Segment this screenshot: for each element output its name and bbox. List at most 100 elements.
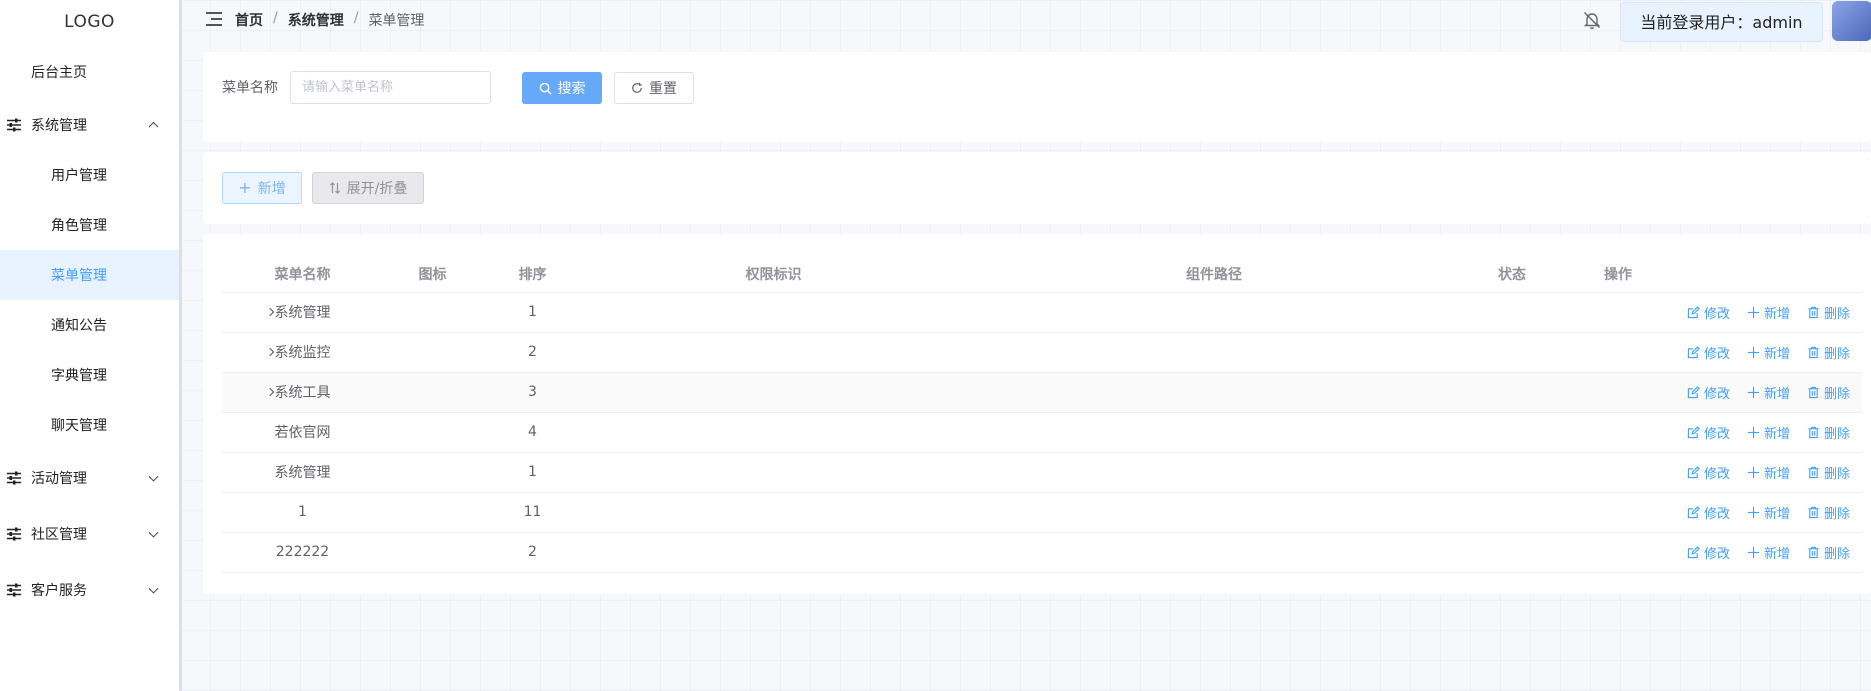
add-child-button[interactable]: 新增 bbox=[1747, 503, 1790, 522]
component-path-cell bbox=[964, 412, 1464, 453]
add-child-button[interactable]: 新增 bbox=[1747, 303, 1790, 322]
sidebar-item-label: 聊天管理 bbox=[51, 418, 107, 434]
column-header: 操作 bbox=[1534, 256, 1862, 293]
sidebar-item-users[interactable]: 用户管理 bbox=[0, 150, 179, 200]
trash-icon bbox=[1808, 546, 1819, 558]
trash-icon bbox=[1808, 426, 1819, 438]
table-row[interactable]: 若依官网 4 修改 新增 删除 bbox=[222, 412, 1862, 453]
sliders-icon bbox=[6, 526, 22, 542]
sidebar-item-label: 用户管理 bbox=[51, 168, 107, 184]
delete-button[interactable]: 删除 bbox=[1807, 463, 1850, 482]
row-actions: 修改 新增 删除 bbox=[1534, 343, 1862, 362]
chevron-down-icon bbox=[148, 471, 159, 482]
sidebar: LOGO 后台主页 系统管理 用户管理 角色管理 菜单管理 通知公告 字典管理 … bbox=[0, 0, 182, 691]
plus-icon bbox=[1747, 466, 1760, 478]
breadcrumb-separator: / bbox=[353, 10, 359, 26]
delete-button[interactable]: 删除 bbox=[1807, 423, 1850, 442]
reset-button[interactable]: 重置 bbox=[614, 72, 694, 104]
component-path-cell bbox=[964, 532, 1464, 573]
menu-name-cell: 1 bbox=[298, 504, 307, 520]
edit-button[interactable]: 修改 bbox=[1687, 383, 1730, 402]
add-child-button[interactable]: 新增 bbox=[1747, 423, 1790, 442]
table-row[interactable]: 系统工具 3 修改 新增 删除 bbox=[222, 372, 1862, 413]
component-path-cell bbox=[964, 372, 1464, 413]
chevron-right-icon[interactable] bbox=[265, 307, 275, 317]
menu-name-input[interactable]: 请输入菜单名称 bbox=[290, 71, 491, 104]
order-cell: 11 bbox=[482, 492, 583, 533]
permission-cell bbox=[583, 292, 964, 333]
sidebar-item-customer-service[interactable]: 客户服务 bbox=[0, 562, 179, 618]
delete-button[interactable]: 删除 bbox=[1807, 543, 1850, 562]
chevron-right-icon[interactable] bbox=[265, 387, 275, 397]
menu-table: 菜单名称 图标 排序 权限标识 组件路径 状态 操作 系统管理 1 修改 新增 … bbox=[222, 256, 1862, 573]
table-row[interactable]: 系统管理 1 修改 新增 删除 bbox=[222, 292, 1862, 333]
icon-cell bbox=[383, 412, 482, 453]
delete-button[interactable]: 删除 bbox=[1807, 303, 1850, 322]
sidebar-item-activities[interactable]: 活动管理 bbox=[0, 450, 179, 506]
sidebar-item-label: 菜单管理 bbox=[51, 268, 107, 284]
bell-off-icon[interactable] bbox=[1582, 10, 1604, 32]
edit-button[interactable]: 修改 bbox=[1687, 423, 1730, 442]
sidebar-item-notices[interactable]: 通知公告 bbox=[0, 300, 179, 350]
breadcrumb-system[interactable]: 系统管理 bbox=[288, 10, 344, 30]
icon-cell bbox=[383, 292, 482, 333]
avatar[interactable] bbox=[1832, 1, 1871, 41]
chevron-down-icon bbox=[148, 583, 159, 594]
add-child-button[interactable]: 新增 bbox=[1747, 343, 1790, 362]
component-path-cell bbox=[964, 452, 1464, 493]
sliders-icon bbox=[6, 470, 22, 486]
trash-icon bbox=[1808, 346, 1819, 358]
add-button[interactable]: + 新增 bbox=[222, 172, 302, 204]
order-cell: 4 bbox=[482, 412, 583, 453]
edit-button[interactable]: 修改 bbox=[1687, 303, 1730, 322]
table-row[interactable]: 系统管理 1 修改 新增 删除 bbox=[222, 452, 1862, 493]
table-row[interactable]: 222222 2 修改 新增 删除 bbox=[222, 532, 1862, 573]
add-child-button[interactable]: 新增 bbox=[1747, 543, 1790, 562]
menu-name-cell: 系统管理 bbox=[274, 305, 331, 321]
sidebar-item-menus[interactable]: 菜单管理 bbox=[0, 250, 179, 300]
grid-icon bbox=[6, 64, 22, 80]
sidebar-item-roles[interactable]: 角色管理 bbox=[0, 200, 179, 250]
delete-button[interactable]: 删除 bbox=[1807, 383, 1850, 402]
breadcrumb: 首页 / 系统管理 / 菜单管理 bbox=[235, 10, 424, 30]
icon-cell bbox=[383, 492, 482, 533]
grid-icon bbox=[26, 267, 42, 283]
sidebar-item-system[interactable]: 系统管理 bbox=[0, 100, 179, 150]
menu-fold-icon[interactable] bbox=[206, 12, 222, 26]
column-header: 菜单名称 bbox=[222, 256, 383, 293]
edit-button[interactable]: 修改 bbox=[1687, 543, 1730, 562]
refresh-icon bbox=[632, 82, 642, 93]
edit-icon bbox=[1687, 345, 1700, 358]
sidebar-item-dashboard[interactable]: 后台主页 bbox=[0, 44, 179, 100]
add-child-button[interactable]: 新增 bbox=[1747, 383, 1790, 402]
add-child-button[interactable]: 新增 bbox=[1747, 463, 1790, 482]
breadcrumb-home[interactable]: 首页 bbox=[235, 10, 263, 30]
plus-icon bbox=[1747, 386, 1760, 398]
table-row[interactable]: 1 11 修改 新增 删除 bbox=[222, 492, 1862, 533]
column-header: 排序 bbox=[482, 256, 583, 293]
permission-cell bbox=[583, 332, 964, 373]
menu-name-cell: 系统工具 bbox=[274, 385, 331, 401]
menu-table-panel: 菜单名称 图标 排序 权限标识 组件路径 状态 操作 系统管理 1 修改 新增 … bbox=[203, 234, 1871, 594]
sidebar-item-community[interactable]: 社区管理 bbox=[0, 506, 179, 562]
search-button[interactable]: 搜索 bbox=[522, 72, 602, 104]
status-cell bbox=[1464, 452, 1534, 493]
edit-button[interactable]: 修改 bbox=[1687, 503, 1730, 522]
table-row[interactable]: 系统监控 2 修改 新增 删除 bbox=[222, 332, 1862, 373]
expand-collapse-button[interactable]: 展开/折叠 bbox=[312, 172, 424, 204]
plus-icon bbox=[1747, 546, 1760, 558]
row-actions: 修改 新增 删除 bbox=[1534, 503, 1862, 522]
permission-cell bbox=[583, 452, 964, 493]
expand-button-label: 展开/折叠 bbox=[346, 181, 408, 197]
order-cell: 1 bbox=[482, 292, 583, 333]
delete-button[interactable]: 删除 bbox=[1807, 503, 1850, 522]
edit-button[interactable]: 修改 bbox=[1687, 463, 1730, 482]
sidebar-item-chat[interactable]: 聊天管理 bbox=[0, 400, 179, 450]
sidebar-item-dicts[interactable]: 字典管理 bbox=[0, 350, 179, 400]
chevron-right-icon[interactable] bbox=[265, 347, 275, 357]
edit-icon bbox=[1687, 545, 1700, 558]
edit-button[interactable]: 修改 bbox=[1687, 343, 1730, 362]
plus-icon bbox=[1747, 346, 1760, 358]
sidebar-item-label: 系统管理 bbox=[31, 118, 87, 134]
delete-button[interactable]: 删除 bbox=[1807, 343, 1850, 362]
